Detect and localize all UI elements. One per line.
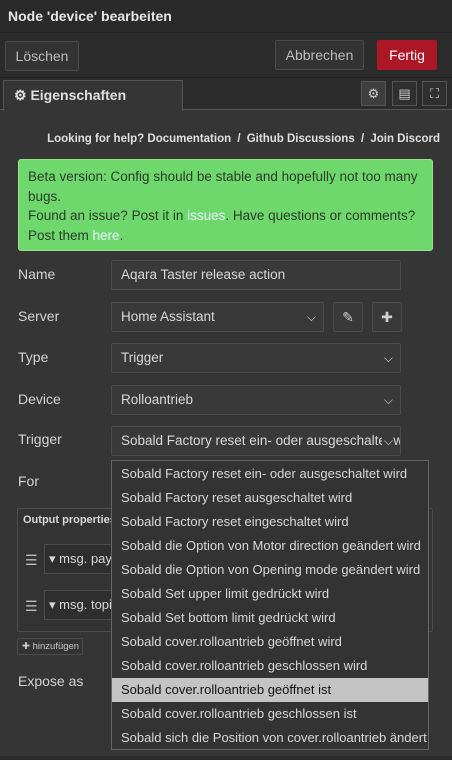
property-prefix: msg.	[59, 597, 88, 612]
type-label: Type	[18, 349, 49, 365]
dropdown-option[interactable]: Sobald cover.rolloantrieb geschlossen wi…	[112, 654, 428, 678]
pencil-icon: ✎	[342, 309, 354, 325]
type-select[interactable]: Trigger ⌵	[111, 343, 401, 373]
dropdown-option[interactable]: Sobald die Option von Motor direction ge…	[112, 534, 428, 558]
property-prefix: msg.	[59, 551, 88, 566]
dropdown-option[interactable]: Sobald sich die Position von cover.rollo…	[112, 726, 428, 750]
cancel-button[interactable]: Abbrechen	[275, 40, 364, 70]
tab-properties-label: Eigenschaften	[30, 87, 127, 103]
appearance-tab-icon[interactable]: ⛶	[422, 81, 447, 106]
drag-handle-icon[interactable]: ☰	[25, 598, 38, 615]
help-text: Looking for help?	[47, 133, 145, 145]
caret-down-icon: ▾	[49, 551, 56, 566]
bottom-edge	[0, 756, 452, 760]
plus-icon: ✚	[22, 641, 30, 652]
drag-handle-icon[interactable]: ☰	[25, 552, 38, 569]
documentation-link[interactable]: Documentation	[147, 133, 231, 145]
dropdown-option[interactable]: Sobald Factory reset ein- oder ausgescha…	[112, 462, 428, 486]
description-tab-icon[interactable]: ▤	[392, 81, 417, 106]
type-value: Trigger	[121, 350, 164, 365]
for-label: For	[18, 473, 39, 489]
add-property-button[interactable]: ✚ hinzufügen	[17, 638, 83, 655]
server-value: Home Assistant	[121, 309, 215, 324]
dropdown-option[interactable]: Sobald Factory reset eingeschaltet wird	[112, 510, 428, 534]
dropdown-option[interactable]: Sobald cover.rolloantrieb geöffnet ist	[112, 678, 428, 702]
help-links: Looking for help? Documentation / Github…	[47, 133, 440, 145]
window-title: Node 'device' bearbeiten	[0, 0, 452, 33]
server-label: Server	[18, 308, 60, 324]
trigger-select[interactable]: Sobald Factory reset ein- oder ausgescha…	[111, 426, 401, 456]
edit-server-button[interactable]: ✎	[333, 302, 363, 332]
separator: /	[360, 133, 365, 145]
beta-notice: Beta version: Config should be stable an…	[18, 159, 433, 251]
plus-icon: ✚	[381, 309, 393, 325]
dropdown-option[interactable]: Sobald cover.rolloantrieb geschlossen is…	[112, 702, 428, 726]
trigger-dropdown-list: Sobald Factory reset ein- oder ausgescha…	[111, 460, 429, 750]
dropdown-option[interactable]: Sobald cover.rolloantrieb geöffnet wird	[112, 630, 428, 654]
beta-line-1: Beta version: Config should be stable an…	[28, 169, 418, 204]
output-row: ☰ ▾ msg. payload	[18, 544, 124, 576]
chevron-down-icon: ⌵	[306, 310, 316, 324]
chevron-down-icon: ⌵	[381, 427, 393, 455]
add-server-button[interactable]: ✚	[372, 302, 402, 332]
issues-link[interactable]: issues	[187, 208, 225, 223]
device-label: Device	[18, 391, 61, 407]
server-select[interactable]: Home Assistant ⌵	[111, 302, 324, 332]
chevron-down-icon: ⌵	[383, 351, 393, 365]
beta-line-2c: .	[119, 227, 124, 243]
device-value: Rolloantrieb	[121, 392, 194, 407]
done-button[interactable]: Fertig	[377, 40, 437, 70]
github-discussions-link[interactable]: Github Discussions	[247, 133, 355, 145]
dropdown-option[interactable]: Sobald Set upper limit gedrückt wird	[112, 582, 428, 606]
expose-as-label: Expose as	[18, 673, 84, 689]
trigger-label: Trigger	[18, 431, 62, 447]
output-properties-title: Output properties	[23, 514, 116, 526]
separator: /	[237, 133, 241, 145]
dropdown-option[interactable]: Sobald Factory reset ausgeschaltet wird	[112, 486, 428, 510]
tab-bar: ⚙ Eigenschaften ⚙ ▤ ⛶	[0, 78, 452, 111]
delete-button[interactable]: Löschen	[5, 41, 79, 71]
settings-tab-icon[interactable]: ⚙	[361, 81, 386, 106]
name-label: Name	[18, 266, 56, 282]
output-row: ☰ ▾ msg. topic	[18, 590, 124, 622]
add-property-label: hinzufügen	[32, 641, 80, 652]
name-input[interactable]: Aqara Taster release action	[111, 260, 401, 290]
dropdown-option[interactable]: Sobald die Option von Opening mode geänd…	[112, 558, 428, 582]
gear-icon: ⚙	[14, 87, 27, 103]
toolbar: Löschen Abbrechen Fertig	[0, 33, 452, 78]
join-discord-link[interactable]: Join Discord	[370, 133, 440, 145]
tab-properties[interactable]: ⚙ Eigenschaften	[3, 80, 183, 111]
trigger-value: Sobald Factory reset ein- oder ausgescha…	[121, 433, 401, 448]
here-link[interactable]: here	[93, 228, 120, 243]
dropdown-option[interactable]: Sobald Set bottom limit gedrückt wird	[112, 606, 428, 630]
chevron-down-icon: ⌵	[383, 393, 393, 407]
caret-down-icon: ▾	[49, 597, 56, 612]
device-select[interactable]: Rolloantrieb ⌵	[111, 385, 401, 415]
beta-line-2a: Found an issue? Post it in	[28, 208, 188, 223]
